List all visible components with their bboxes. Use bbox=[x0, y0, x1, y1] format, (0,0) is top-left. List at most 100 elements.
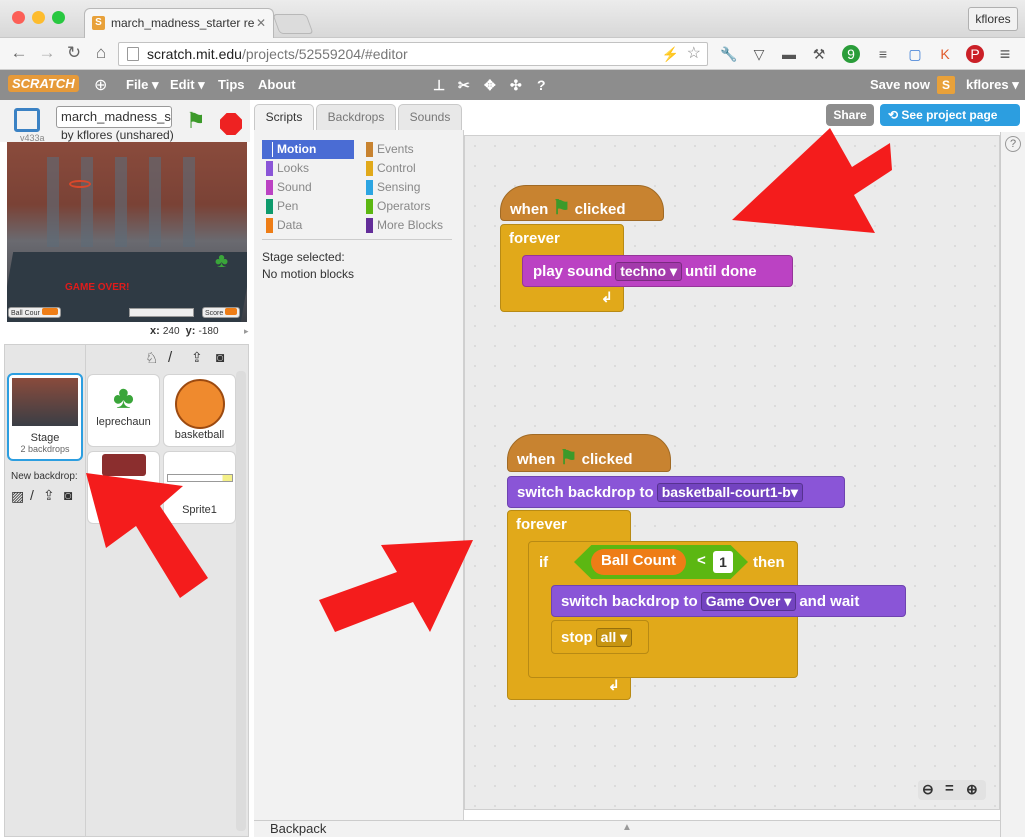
tab-sounds[interactable]: Sounds bbox=[398, 104, 462, 130]
mask-icon[interactable]: ▬ bbox=[780, 45, 798, 63]
share-button[interactable]: Share bbox=[826, 104, 874, 126]
duplicate-stamp-icon[interactable]: ⊥ bbox=[433, 77, 445, 94]
edit-menu[interactable]: Edit ▾ bbox=[170, 77, 205, 93]
camera-backdrop-icon[interactable]: ◙ bbox=[64, 487, 72, 503]
zoom-reset-icon[interactable]: = bbox=[945, 780, 954, 797]
stage-thumbnail[interactable]: Stage 2 backdrops bbox=[7, 373, 83, 461]
new-tab-button[interactable] bbox=[272, 14, 314, 34]
stop-dropdown[interactable]: all ▾ bbox=[595, 628, 633, 647]
backpack-bar[interactable]: Backpack ▲ bbox=[254, 820, 1000, 837]
scratch-menubar: SCRATCH ⊕ File ▾ Edit ▾ Tips About ⊥ ✂ ✥… bbox=[0, 70, 1025, 100]
screen-icon[interactable]: ▢ bbox=[906, 45, 924, 63]
category-pen[interactable]: Pen bbox=[262, 197, 354, 216]
stop-all-block[interactable]: stop all ▾ bbox=[551, 620, 649, 654]
paint-backdrop-icon[interactable]: / bbox=[30, 487, 34, 503]
close-window-button[interactable] bbox=[12, 11, 25, 24]
language-globe-icon[interactable]: ⊕ bbox=[94, 75, 107, 95]
if-label: if bbox=[539, 554, 549, 571]
tool-icon[interactable]: ⚒ bbox=[810, 45, 828, 63]
fullscreen-icon[interactable] bbox=[14, 108, 40, 132]
tab-backdrops[interactable]: Backdrops bbox=[316, 104, 396, 130]
profile-button[interactable]: kflores bbox=[968, 7, 1018, 31]
about-menu[interactable]: About bbox=[258, 77, 296, 92]
category-sound[interactable]: Sound bbox=[262, 178, 354, 197]
my-stuff-icon[interactable]: S bbox=[937, 76, 955, 94]
back-icon[interactable]: ← bbox=[8, 42, 30, 64]
zoom-window-button[interactable] bbox=[52, 11, 65, 24]
sound-dropdown[interactable]: techno ▾ bbox=[615, 262, 682, 281]
stop-sign-icon[interactable] bbox=[220, 113, 242, 135]
backdrop-dropdown[interactable]: basketball-court1-b▾ bbox=[656, 483, 803, 502]
backdrop-dropdown[interactable]: Game Over ▾ bbox=[700, 592, 797, 611]
building-windows bbox=[37, 157, 217, 247]
shrink-icon[interactable]: ✣ bbox=[510, 77, 522, 94]
pinterest-icon[interactable]: P bbox=[966, 45, 984, 63]
wrench-icon[interactable]: 🔧 bbox=[720, 45, 738, 63]
reload-icon[interactable]: ↻ bbox=[63, 42, 85, 64]
scratch-logo[interactable]: SCRATCH bbox=[8, 75, 79, 92]
category-label: Sound bbox=[277, 180, 312, 194]
upload-sprite-icon[interactable]: ⇪ bbox=[191, 349, 203, 366]
tips-menu[interactable]: Tips bbox=[218, 77, 245, 92]
chrome-menu-icon[interactable]: ≡ bbox=[996, 45, 1014, 63]
paint-sprite-icon[interactable]: ♘ bbox=[145, 349, 158, 367]
category-looks[interactable]: Looks bbox=[262, 159, 354, 178]
tab-title: march_madness_starter re bbox=[111, 16, 255, 30]
paint-brush-icon[interactable]: / bbox=[168, 349, 172, 366]
minimize-window-button[interactable] bbox=[32, 11, 45, 24]
switch-backdrop-block[interactable]: switch backdrop to basketball-court1-b▾ bbox=[507, 476, 845, 508]
stage-backdrops-count: 2 backdrops bbox=[20, 444, 70, 454]
category-more-blocks[interactable]: More Blocks bbox=[362, 216, 458, 235]
stage-collapse-icon[interactable]: ▸ bbox=[244, 326, 249, 337]
switch-backdrop-and-wait-block[interactable]: switch backdrop to Game Over ▾ and wait bbox=[551, 585, 906, 617]
when-flag-clicked-hat-2[interactable]: when ⚑ clicked bbox=[507, 434, 671, 472]
browser-tab[interactable]: S march_madness_starter re ✕ bbox=[84, 8, 274, 38]
backdrop-library-icon[interactable]: ▨ bbox=[11, 488, 24, 505]
sprite-basketball[interactable]: basketball bbox=[163, 374, 236, 447]
file-menu[interactable]: File ▾ bbox=[126, 77, 159, 93]
category-events[interactable]: Events bbox=[362, 140, 458, 159]
category-data[interactable]: Data bbox=[262, 216, 354, 235]
category-sensing[interactable]: Sensing bbox=[362, 178, 458, 197]
number-input[interactable]: 1 bbox=[713, 551, 733, 573]
when-flag-clicked-hat-1[interactable]: when ⚑ clicked bbox=[500, 185, 664, 221]
camera-sprite-icon[interactable]: ◙ bbox=[216, 349, 224, 365]
sprite-scrollbar[interactable] bbox=[236, 371, 246, 831]
layers-icon[interactable]: ≡ bbox=[874, 45, 892, 63]
upload-backdrop-icon[interactable]: ⇪ bbox=[43, 487, 55, 504]
evernote-icon[interactable]: 9 bbox=[842, 45, 860, 63]
grow-icon[interactable]: ✥ bbox=[484, 77, 496, 94]
home-icon[interactable]: ⌂ bbox=[90, 42, 112, 64]
block-help-icon[interactable]: ? bbox=[1005, 136, 1021, 152]
bookmark-star-icon[interactable]: ☆ bbox=[687, 43, 701, 65]
stage-canvas[interactable]: GAME OVER! ♣ Ball Cour Score bbox=[7, 142, 247, 322]
sprite-leprechaun[interactable]: ♣ leprechaun bbox=[87, 374, 160, 447]
extension-k-icon[interactable]: K bbox=[936, 45, 954, 63]
zoom-out-icon[interactable]: ⊖ bbox=[922, 781, 934, 798]
project-title-input[interactable]: march_madness_s bbox=[56, 106, 172, 128]
zoom-in-icon[interactable]: ⊕ bbox=[966, 781, 978, 798]
close-tab-icon[interactable]: ✕ bbox=[256, 16, 266, 30]
ball-count-variable[interactable]: Ball Count bbox=[591, 549, 686, 575]
category-control[interactable]: Control bbox=[362, 159, 458, 178]
see-project-page-button[interactable]: ⟲ See project page bbox=[880, 104, 1020, 126]
backdrop-dropdown-value: Game Over bbox=[705, 593, 781, 609]
help-icon[interactable]: ? bbox=[537, 77, 546, 93]
y-label: y: bbox=[185, 325, 196, 337]
cut-scissors-icon[interactable]: ✂ bbox=[458, 77, 470, 94]
category-operators[interactable]: Operators bbox=[362, 197, 458, 216]
tab-scripts[interactable]: Scripts bbox=[254, 104, 314, 130]
loop-arrow-icon: ↲ bbox=[608, 677, 620, 693]
url-path: /projects/52559204/#editor bbox=[241, 46, 408, 62]
address-bar[interactable]: scratch.mit.edu/projects/52559204/#edito… bbox=[118, 42, 708, 66]
backpack-expand-icon[interactable]: ▲ bbox=[622, 822, 632, 833]
play-sound-until-done-block[interactable]: play sound techno ▾ until done bbox=[522, 255, 793, 287]
slider-bar[interactable] bbox=[129, 308, 194, 317]
category-motion[interactable]: Motion bbox=[262, 140, 354, 159]
forward-icon[interactable]: → bbox=[36, 42, 58, 64]
green-flag-icon[interactable]: ⚑ bbox=[186, 108, 206, 134]
save-now-button[interactable]: Save now bbox=[870, 77, 930, 92]
pocket-icon[interactable]: ▽ bbox=[750, 45, 768, 63]
browser-titlebar: S march_madness_starter re ✕ kflores bbox=[0, 0, 1025, 38]
user-menu[interactable]: kflores ▾ bbox=[966, 77, 1019, 93]
